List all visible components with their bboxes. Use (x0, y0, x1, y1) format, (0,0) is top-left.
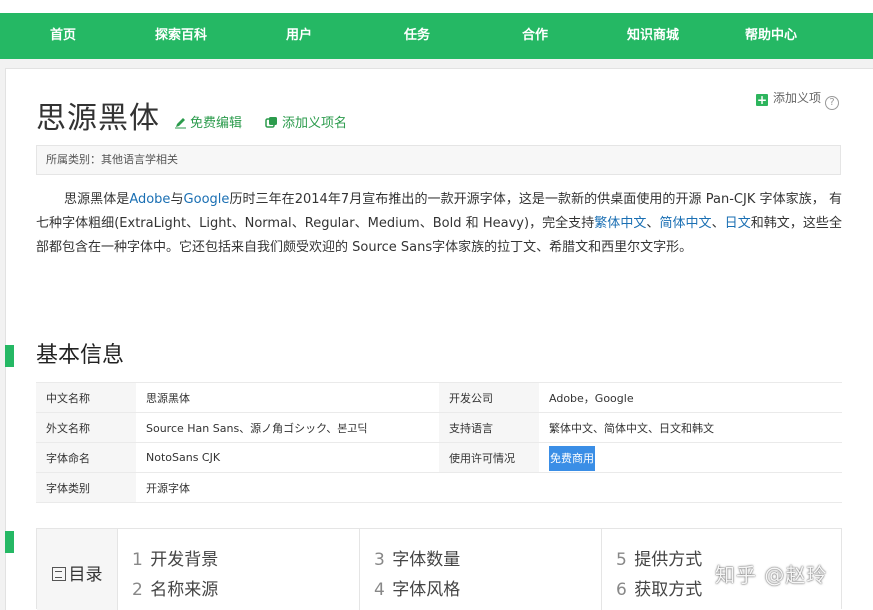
toc-item[interactable]: 1 开发背景 (132, 545, 359, 575)
info-empty (439, 472, 539, 503)
add-item-link[interactable]: + 添加义项? (756, 90, 840, 110)
toc-item[interactable]: 3 字体数量 (374, 545, 601, 575)
info-key: 字体命名 (36, 442, 136, 473)
table-row: 字体命名 NotoSans CJK 使用许可情况 免费商用 (36, 442, 842, 473)
nav-explore[interactable]: 探索百科 (122, 13, 240, 59)
toc-item[interactable]: 4 字体风格 (374, 575, 601, 605)
help-icon[interactable]: ? (825, 96, 840, 110)
info-value: 开源字体 (136, 472, 439, 503)
info-value: 免费商用 (539, 442, 842, 473)
info-key: 开发公司 (439, 382, 539, 413)
category-box: 所属类别：其他语言学相关 (36, 145, 841, 175)
link-simplified-chinese[interactable]: 简体中文 (659, 216, 711, 231)
info-key: 支持语言 (439, 412, 539, 443)
list-icon (51, 567, 66, 581)
info-key: 使用许可情况 (439, 442, 539, 473)
top-strip (0, 0, 873, 13)
info-value: Source Han Sans、源ノ角ゴシック、본고딕 (136, 412, 439, 443)
add-name-label: 添加义项名 (282, 116, 348, 131)
basic-info-table: 中文名称 思源黑体 开发公司 Adobe，Google 外文名称 Source … (36, 382, 842, 503)
watermark: 知乎 @赵玲 (715, 563, 828, 587)
nav-home[interactable]: 首页 (4, 13, 122, 59)
nav-cooperation[interactable]: 合作 (476, 13, 594, 59)
section-marker (5, 345, 14, 367)
link-traditional-chinese[interactable]: 繁体中文 (594, 216, 646, 231)
info-value: Adobe，Google (539, 382, 842, 413)
toc-header: 目录 (37, 529, 118, 610)
intro-paragraph: 思源黑体是Adobe与Google历时三年在2014年7月宣布推出的一款开源字体… (36, 188, 842, 260)
free-edit-button[interactable]: 免费编辑 (174, 115, 242, 133)
intro-text: 与 (170, 192, 184, 207)
nav-users[interactable]: 用户 (240, 13, 358, 59)
plus-icon: + (756, 93, 768, 107)
toc-title: 目录 (68, 565, 103, 585)
intro-text: 、 (711, 216, 725, 231)
top-nav: 首页 探索百科 用户 任务 合作 知识商城 帮助中心 (0, 13, 873, 59)
link-google[interactable]: Google (184, 192, 230, 207)
page-title: 思源黑体 (36, 101, 160, 136)
info-key: 中文名称 (36, 382, 136, 413)
add-name-button[interactable]: 添加义项名 (265, 115, 347, 133)
toc-column: 1 开发背景 2 名称来源 (118, 529, 360, 610)
selected-text: 免费商用 (549, 445, 595, 471)
copy-icon (265, 117, 277, 128)
pencil-icon (175, 118, 186, 129)
free-edit-label: 免费编辑 (190, 116, 243, 131)
nav-help-center[interactable]: 帮助中心 (712, 13, 830, 59)
link-adobe[interactable]: Adobe (129, 192, 170, 207)
section-marker (5, 531, 14, 553)
toc-item[interactable]: 2 名称来源 (132, 575, 359, 605)
toc-column: 3 字体数量 4 字体风格 (360, 529, 602, 610)
nav-knowledge-store[interactable]: 知识商城 (594, 13, 712, 59)
link-japanese[interactable]: 日文 (725, 216, 751, 231)
info-value: 思源黑体 (136, 382, 439, 413)
info-value: 繁体中文、简体中文、日文和韩文 (539, 412, 842, 443)
table-row: 外文名称 Source Han Sans、源ノ角ゴシック、본고딕 支持语言 繁体… (36, 412, 842, 443)
intro-text: 、 (646, 216, 660, 231)
info-empty (539, 472, 842, 503)
table-row: 字体类别 开源字体 (36, 472, 842, 503)
intro-text: 思源黑体是 (64, 192, 130, 207)
add-item-label: 添加义项 (773, 91, 822, 105)
info-value: NotoSans CJK (136, 442, 439, 473)
nav-tasks[interactable]: 任务 (358, 13, 476, 59)
info-key: 字体类别 (36, 472, 136, 503)
info-key: 外文名称 (36, 412, 136, 443)
table-row: 中文名称 思源黑体 开发公司 Adobe，Google (36, 382, 842, 413)
section-title-basic-info: 基本信息 (36, 343, 125, 368)
